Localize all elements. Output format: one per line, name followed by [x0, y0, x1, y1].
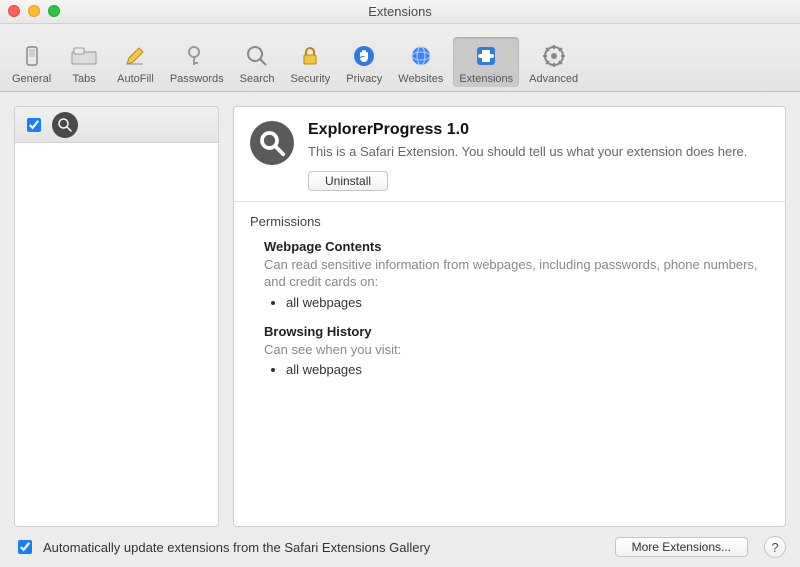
help-button[interactable]: ?	[764, 536, 786, 558]
content-area: ExplorerProgress 1.0 This is a Safari Ex…	[0, 92, 800, 527]
window-title: Extensions	[368, 4, 432, 19]
permission-subtext: Can see when you visit:	[264, 341, 769, 359]
sidebar-item[interactable]	[15, 107, 218, 143]
permission-heading: Webpage Contents	[264, 239, 769, 254]
tabs-icon	[69, 41, 99, 71]
permission-heading: Browsing History	[264, 324, 769, 339]
toolbar-item-label: Extensions	[459, 73, 513, 85]
permission-subtext: Can read sensitive information from webp…	[264, 256, 769, 291]
toolbar-item-label: Tabs	[73, 73, 96, 85]
sidebar-empty-area	[15, 143, 218, 526]
auto-update-label: Automatically update extensions from the…	[43, 540, 430, 555]
permission-list: all webpages	[286, 295, 769, 310]
switch-icon	[17, 41, 47, 71]
extension-meta: ExplorerProgress 1.0 This is a Safari Ex…	[308, 121, 769, 191]
permission-list-item: all webpages	[286, 295, 769, 310]
uninstall-button[interactable]: Uninstall	[308, 171, 388, 191]
toolbar-item-label: Passwords	[170, 73, 224, 85]
toolbar-item-advanced[interactable]: Advanced	[523, 37, 584, 87]
extension-detail-panel: ExplorerProgress 1.0 This is a Safari Ex…	[233, 106, 786, 527]
auto-update-checkbox[interactable]	[18, 540, 32, 554]
toolbar-item-label: Websites	[398, 73, 443, 85]
toolbar-item-tabs[interactable]: Tabs	[61, 37, 107, 87]
magnifier-icon	[250, 121, 294, 165]
toolbar-item-websites[interactable]: Websites	[392, 37, 449, 87]
extension-name: ExplorerProgress 1.0	[308, 121, 769, 139]
close-window-button[interactable]	[8, 5, 20, 17]
magnifier-icon	[52, 112, 78, 138]
toolbar-item-label: Search	[240, 73, 275, 85]
toolbar-item-passwords[interactable]: Passwords	[164, 37, 230, 87]
toolbar-item-search[interactable]: Search	[234, 37, 281, 87]
toolbar-item-general[interactable]: General	[6, 37, 57, 87]
search-icon	[242, 41, 272, 71]
permissions-section: Permissions Webpage Contents Can read se…	[234, 202, 785, 408]
footer-bar: Automatically update extensions from the…	[0, 527, 800, 567]
toolbar-item-label: Advanced	[529, 73, 578, 85]
permissions-title: Permissions	[250, 214, 769, 229]
zoom-window-button[interactable]	[48, 5, 60, 17]
toolbar-item-label: Security	[290, 73, 330, 85]
permission-list-item: all webpages	[286, 362, 769, 377]
permission-list: all webpages	[286, 362, 769, 377]
permission-block-webpage-contents: Webpage Contents Can read sensitive info…	[264, 239, 769, 310]
preferences-toolbar: General Tabs AutoFill Passwords Search S…	[0, 24, 800, 92]
toolbar-item-label: Privacy	[346, 73, 382, 85]
toolbar-item-extensions[interactable]: Extensions	[453, 37, 519, 87]
minimize-window-button[interactable]	[28, 5, 40, 17]
toolbar-item-autofill[interactable]: AutoFill	[111, 37, 160, 87]
toolbar-item-privacy[interactable]: Privacy	[340, 37, 388, 87]
extension-enabled-checkbox[interactable]	[27, 118, 41, 132]
key-icon	[182, 41, 212, 71]
titlebar: Extensions	[0, 0, 800, 24]
toolbar-item-security[interactable]: Security	[284, 37, 336, 87]
lock-icon	[295, 41, 325, 71]
puzzle-icon	[471, 41, 501, 71]
more-extensions-button[interactable]: More Extensions...	[615, 537, 748, 557]
extensions-sidebar	[14, 106, 219, 527]
gear-icon	[539, 41, 569, 71]
pencil-icon	[120, 41, 150, 71]
toolbar-item-label: AutoFill	[117, 73, 154, 85]
extension-description: This is a Safari Extension. You should t…	[308, 143, 769, 161]
hand-icon	[349, 41, 379, 71]
window-controls	[8, 5, 60, 17]
globe-icon	[406, 41, 436, 71]
permission-block-browsing-history: Browsing History Can see when you visit:…	[264, 324, 769, 378]
extension-header: ExplorerProgress 1.0 This is a Safari Ex…	[234, 107, 785, 202]
toolbar-item-label: General	[12, 73, 51, 85]
